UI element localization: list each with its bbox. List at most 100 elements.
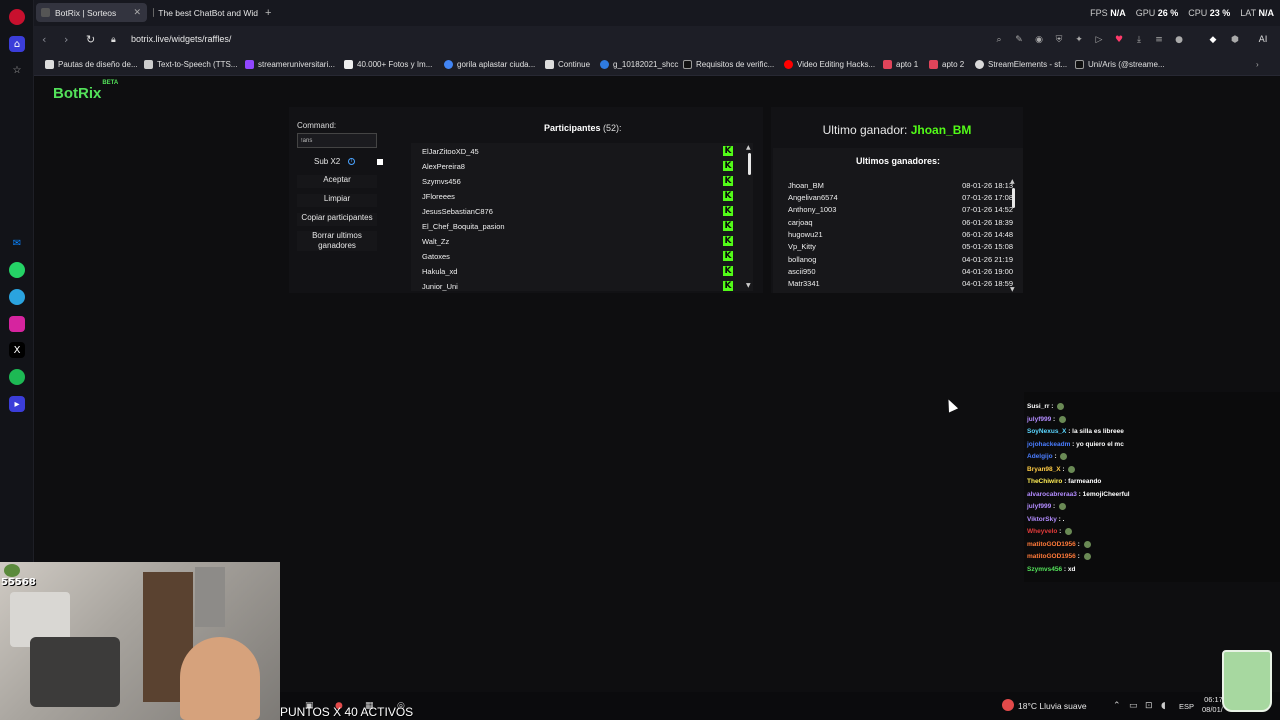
messenger-icon[interactable]: ✉ [9, 235, 25, 251]
home-icon[interactable]: ⌂ [9, 36, 25, 52]
viewer-count: 55568 [1, 577, 36, 588]
bookmark-item[interactable]: apto 1 [883, 60, 918, 69]
participants-list[interactable]: ElJarZitooXD_45 K AlexPereira8 K Szymvs4… [411, 143, 753, 291]
chat-text: xd [1067, 565, 1076, 573]
bookmark-label: g_10182021_shcc [613, 60, 679, 69]
accept-button[interactable]: Aceptar [297, 175, 377, 188]
chat-message: Bryan98_X : [1027, 465, 1076, 473]
tab-botrix-sorteos[interactable]: BotRix | Sorteos ✕ [36, 3, 147, 22]
kick-icon: K [723, 146, 733, 156]
chat-separator: : [1057, 528, 1064, 536]
profile-icon[interactable]: ● [1174, 35, 1184, 45]
menu-icon[interactable]: ≡ [1154, 35, 1164, 45]
chat-username: TheChiwiro [1027, 478, 1063, 485]
language-indicator[interactable]: ESP [1179, 702, 1194, 711]
volume-icon[interactable]: ◖ [1161, 701, 1166, 711]
sub-x2-checkbox[interactable] [377, 159, 383, 165]
back-icon[interactable]: ‹ [42, 33, 46, 46]
reload-icon[interactable]: ↻ [86, 33, 95, 46]
bookmark-item[interactable]: apto 2 [929, 60, 964, 69]
kick-icon: K [723, 221, 733, 231]
new-tab-button[interactable]: + [262, 3, 278, 22]
tab-strip: BotRix | Sorteos ✕ The best ChatBot and … [34, 0, 1280, 26]
list-item: Walt_Zz [422, 237, 450, 246]
ai-button[interactable]: AI [1252, 35, 1274, 45]
winners-scrollbar[interactable] [1012, 188, 1015, 208]
download-icon[interactable]: ⤓ [1134, 35, 1144, 45]
player-icon[interactable]: ▸ [9, 396, 25, 412]
bookmark-item[interactable]: gorila aplastar ciuda... [444, 60, 535, 69]
spotify-icon[interactable] [9, 369, 25, 385]
camera-icon[interactable]: ◉ [1034, 35, 1044, 45]
participants-scrollbar[interactable] [748, 153, 751, 175]
kick-icon: K [723, 206, 733, 216]
chevron-up-icon[interactable]: ⌃ [1113, 701, 1121, 711]
table-row: Anthony_1003 07-01-26 14:52 [788, 205, 1013, 214]
whatsapp-icon[interactable] [9, 262, 25, 278]
scroll-up-icon[interactable]: ▲ [1010, 178, 1015, 185]
bookmark-star-icon[interactable]: ☆ [9, 62, 25, 78]
chat-username: Bryan98_X [1027, 465, 1061, 473]
forward-icon[interactable]: › [64, 33, 68, 46]
info-icon[interactable]: i [348, 158, 355, 165]
wallet-icon[interactable]: ◆ [1208, 35, 1218, 45]
botrix-logo[interactable]: BotRixBETA [53, 80, 118, 102]
bookmark-item[interactable]: streameruniversitari... [245, 60, 335, 69]
bookmark-item[interactable]: Text-to-Speech (TTS... [144, 60, 237, 69]
clock-date: 08/01/ [1202, 704, 1223, 714]
chat-separator: : [1052, 453, 1059, 461]
bookmark-item[interactable]: g_10182021_shcc [600, 60, 678, 69]
tray-app-icon[interactable]: ▭ [1129, 701, 1138, 711]
table-row: Jhoan_BM 08-01-26 18:13 [788, 181, 1013, 190]
emote-icon [1083, 540, 1091, 548]
search-icon[interactable]: ⌕ [994, 35, 1004, 45]
bookmark-item[interactable]: 40.000+ Fotos y Im... [344, 60, 432, 69]
chat-message: julyf999 : [1027, 503, 1066, 510]
tab-label: BotRix | Sorteos [55, 7, 117, 18]
bookmark-item[interactable]: Uni/Aris (@streame... [1075, 60, 1165, 69]
door [195, 567, 225, 627]
command-input[interactable] [297, 133, 377, 148]
close-tab-icon[interactable]: ✕ [133, 7, 141, 18]
extension-icon[interactable]: ✦ [1074, 35, 1084, 45]
clear-button[interactable]: Limpiar [297, 194, 377, 207]
weather-text[interactable]: 18°C Lluvia suave [1018, 701, 1087, 711]
winners-list[interactable]: Ultimos ganadores: Jhoan_BM 08-01-26 18:1… [773, 148, 1023, 293]
tab-chatbot[interactable]: The best ChatBot and Wid [148, 3, 258, 22]
scroll-up-icon[interactable]: ▲ [746, 144, 751, 151]
stream-chat-overlay: Susi_rr : julyf999 : SoyNexus_X : la sil… [1024, 392, 1280, 582]
bookmark-favicon-icon [144, 60, 153, 69]
weather-icon [1002, 699, 1014, 711]
cube-icon[interactable]: ⬢ [1230, 35, 1240, 45]
telegram-icon[interactable] [9, 289, 25, 305]
network-icon[interactable]: ⊡ [1145, 701, 1153, 711]
url-field[interactable]: botrix.live/widgets/raffles/ [131, 34, 231, 44]
shield-icon[interactable]: ⛨ [1054, 35, 1064, 45]
winners-title: Ultimos ganadores: [855, 156, 940, 166]
play-icon[interactable]: ▷ [1094, 35, 1104, 45]
bookmark-item[interactable]: Pautas de diseño de... [45, 60, 138, 69]
instagram-icon[interactable] [9, 316, 25, 332]
chat-username: Susi_rr [1027, 403, 1050, 411]
winners-panel: Ultimo ganador: Jhoan_BM Ultimos ganador… [771, 107, 1023, 293]
bookmark-item[interactable]: Video Editing Hacks... [784, 60, 875, 69]
chat-message: Susi_rr : [1027, 403, 1065, 411]
list-item: AlexPereira8 [422, 162, 465, 171]
opera-logo-icon[interactable] [9, 9, 25, 25]
x-icon[interactable]: X [9, 342, 25, 358]
lat-value: N/A [1258, 8, 1275, 18]
bookmark-item[interactable]: Continue [545, 60, 590, 69]
delete-winners-button[interactable]: Borrar ultimos ganadores [297, 231, 377, 251]
edit-icon[interactable]: ✎ [1014, 35, 1024, 45]
clock[interactable]: 06:17 08/01/ [1202, 695, 1223, 715]
bookmarks-overflow-icon[interactable]: › [1256, 60, 1259, 69]
heart-icon[interactable]: ♥ [1114, 35, 1124, 45]
chat-username: ViktorSky [1027, 515, 1057, 523]
chat-separator: : [1051, 503, 1057, 511]
scroll-down-icon[interactable]: ▼ [746, 282, 751, 289]
copy-participants-button[interactable]: Copiar participantes [297, 213, 377, 226]
bookmark-item[interactable]: Requisitos de verific... [683, 60, 774, 69]
bookmark-item[interactable]: StreamElements - st... [975, 60, 1067, 69]
scroll-down-icon[interactable]: ▼ [1010, 286, 1015, 293]
taskbar: ▣ ● ▦ ◎ 18°C Lluvia suave ⌃ ▭ ⊡ ◖ ESP 06… [280, 692, 1280, 720]
